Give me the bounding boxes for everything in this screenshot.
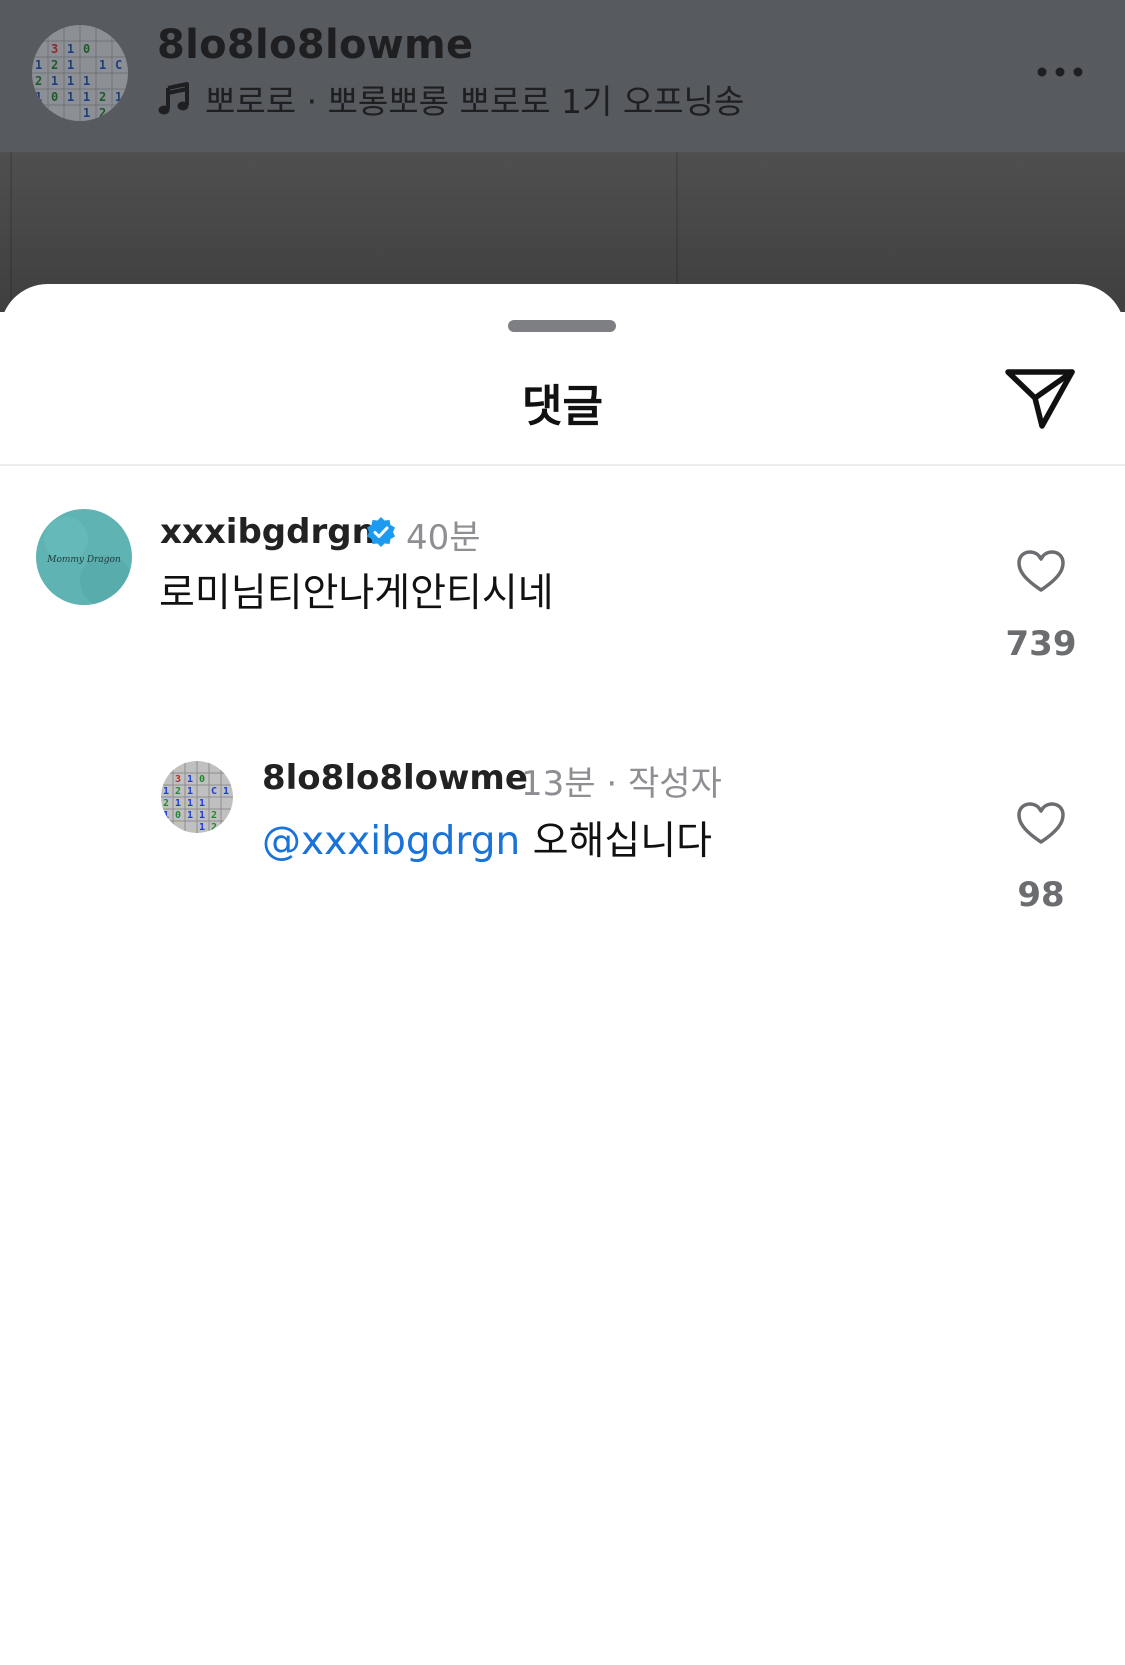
svg-text:0: 0 <box>175 810 181 821</box>
svg-text:1: 1 <box>199 822 205 833</box>
reel-header: 310 1211C 2111 101121 12 8lo8lo8lowme 뽀로… <box>0 0 1125 152</box>
svg-text:1: 1 <box>83 90 90 104</box>
svg-text:0: 0 <box>51 90 58 104</box>
svg-text:1: 1 <box>187 798 193 809</box>
svg-text:1: 1 <box>51 74 58 88</box>
calligraphy-text: Mommy Dragon <box>46 555 121 565</box>
svg-text:1: 1 <box>163 810 169 821</box>
svg-text:0: 0 <box>83 42 90 56</box>
svg-text:1: 1 <box>35 58 42 72</box>
svg-text:2: 2 <box>35 74 42 88</box>
verified-badge-icon <box>367 517 395 547</box>
svg-text:2: 2 <box>99 106 106 120</box>
svg-text:1: 1 <box>67 58 74 72</box>
svg-text:0: 0 <box>199 774 205 785</box>
reel-comments-screen: 310 1211C 2111 101121 12 8lo8lo8lowme 뽀로… <box>0 0 1125 1665</box>
sheet-title: 댓글 <box>522 381 603 432</box>
svg-text:1: 1 <box>199 798 205 809</box>
svg-text:1: 1 <box>67 90 74 104</box>
music-note-icon <box>158 82 189 115</box>
svg-text:1: 1 <box>223 786 229 797</box>
replier-avatar[interactable]: 310 121C1 2111 10112 12 <box>161 761 233 833</box>
like-count: 98 <box>1017 875 1065 915</box>
sheet-divider <box>0 464 1125 466</box>
backdrop-line <box>10 152 12 312</box>
svg-text:2: 2 <box>211 822 217 833</box>
svg-text:2: 2 <box>99 90 106 104</box>
comment-text: 로미님티안나게안티시네 <box>159 571 554 616</box>
svg-text:C: C <box>115 58 122 72</box>
svg-text:1: 1 <box>175 798 181 809</box>
svg-text:2: 2 <box>175 786 181 797</box>
more-horizontal-icon[interactable] <box>1035 60 1085 84</box>
svg-text:2: 2 <box>211 810 217 821</box>
reply-text-row: @xxxibgdrgn 오해십니다 <box>262 810 712 866</box>
music-title: 뽀로로 · 뽀롱뽀롱 뽀로로 1기 오프닝송 <box>205 82 745 121</box>
svg-text:1: 1 <box>99 58 106 72</box>
like-heart-icon[interactable] <box>1017 550 1065 594</box>
svg-text:1: 1 <box>187 786 193 797</box>
reply-meta: 13분 · 작성자 <box>521 764 722 804</box>
send-icon[interactable] <box>1004 366 1078 432</box>
reply-text: 오해십니다 <box>532 819 712 864</box>
svg-text:1: 1 <box>187 810 193 821</box>
svg-text:1: 1 <box>187 774 193 785</box>
svg-text:1: 1 <box>67 74 74 88</box>
svg-text:3: 3 <box>51 42 58 56</box>
music-info[interactable]: 뽀로로 · 뽀롱뽀롱 뽀로로 1기 오프닝송 <box>157 77 744 121</box>
commenter-avatar[interactable]: Mommy Dragon <box>36 509 132 605</box>
svg-text:3: 3 <box>175 774 181 785</box>
svg-text:1: 1 <box>115 90 122 104</box>
like-count: 739 <box>1005 624 1077 664</box>
svg-text:1: 1 <box>199 810 205 821</box>
author-avatar[interactable]: 310 1211C 2111 101121 12 <box>32 25 128 121</box>
author-username[interactable]: 8lo8lo8lowme <box>157 22 473 68</box>
svg-text:2: 2 <box>163 798 169 809</box>
svg-text:1: 1 <box>163 786 169 797</box>
sheet-drag-handle[interactable] <box>508 320 616 332</box>
svg-text:1: 1 <box>83 106 90 120</box>
commenter-username[interactable]: xxxibgdrgn <box>160 512 376 552</box>
svg-text:C: C <box>211 786 217 797</box>
like-heart-icon[interactable] <box>1017 802 1065 846</box>
replier-username[interactable]: 8lo8lo8lowme <box>262 758 528 798</box>
svg-text:2: 2 <box>51 58 58 72</box>
comments-sheet: 댓글 Mommy Dragon xxxibgdrgn 40분 로미님티안나게안티… <box>0 284 1125 1665</box>
reply-mention-link[interactable]: @xxxibgdrgn <box>262 819 520 864</box>
svg-text:1: 1 <box>67 42 74 56</box>
svg-text:1: 1 <box>35 90 42 104</box>
svg-text:1: 1 <box>83 74 90 88</box>
comment-time: 40분 <box>406 518 481 558</box>
